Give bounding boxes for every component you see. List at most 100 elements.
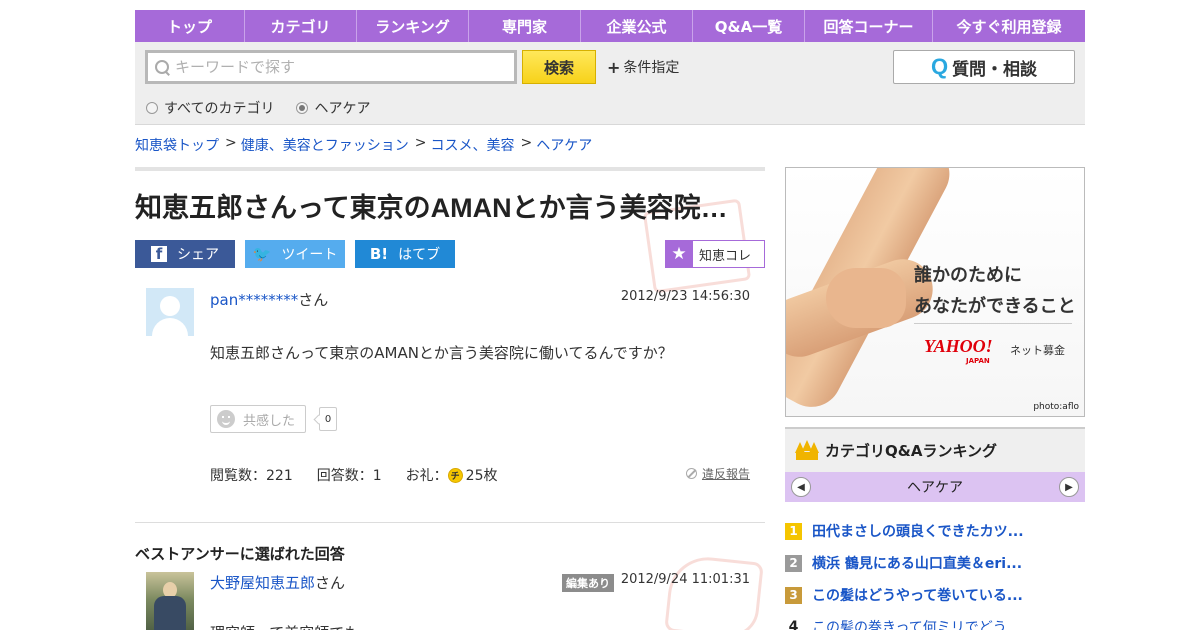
global-nav: トップ カテゴリ ランキング 専門家 企業公式 Q&A一覧 回答コーナー 今すぐ… bbox=[135, 10, 1085, 42]
rank-badge: 4 bbox=[788, 619, 799, 630]
q-icon: Q bbox=[930, 54, 949, 79]
ranking-link[interactable]: この髪はどうやって巻いている... bbox=[812, 585, 1023, 605]
sidebar-ad[interactable]: 誰かのために あなたができること YAHOO! JAPAN ネット募金 phot… bbox=[785, 167, 1085, 417]
nav-ranking[interactable]: ランキング bbox=[357, 10, 469, 42]
question-date: 2012/9/23 14:56:30 bbox=[620, 289, 750, 304]
questioner-link[interactable]: pan******** bbox=[210, 291, 298, 309]
condition-link[interactable]: + 条件指定 bbox=[607, 57, 679, 77]
ranking-category-tab: ◀ ヘアケア ▶ bbox=[785, 472, 1085, 502]
answer-body: 理容師って美容師でも bbox=[210, 622, 359, 630]
ask-question-label: 質問・相談 bbox=[952, 59, 1038, 80]
yahoo-logo: YAHOO! bbox=[924, 336, 993, 356]
answerer-name: 大野屋知恵五郎さん bbox=[210, 572, 345, 593]
radio-current-label: ヘアケア bbox=[314, 101, 371, 117]
questioner-name: pan********さん bbox=[210, 289, 328, 310]
nav-qa-list[interactable]: Q&A一覧 bbox=[693, 10, 805, 42]
ad-copy: 誰かのために あなたができること bbox=[914, 260, 1076, 322]
ranking-item: 2 横浜 鶴見にある山口直美＆eri... bbox=[785, 547, 1085, 579]
radio-all-categories[interactable]: すべてのカテゴリ bbox=[146, 98, 274, 118]
nav-answer-corner[interactable]: 回答コーナー bbox=[805, 10, 933, 42]
answerer-avatar[interactable] bbox=[146, 572, 194, 630]
nav-official[interactable]: 企業公式 bbox=[581, 10, 693, 42]
ask-question-button[interactable]: Q 質問・相談 bbox=[893, 50, 1075, 84]
honorific: さん bbox=[315, 574, 346, 592]
nav-register[interactable]: 今すぐ利用登録 bbox=[933, 10, 1085, 42]
twitter-share-button[interactable]: 🐦 ツイート bbox=[245, 240, 345, 268]
section-rule bbox=[135, 167, 765, 171]
share-buttons: f シェア 🐦 ツイート B! はてブ bbox=[135, 240, 465, 268]
view-count: 閲覧数：221 bbox=[210, 468, 293, 484]
facebook-icon: f bbox=[151, 246, 167, 262]
twitter-icon: 🐦 bbox=[252, 245, 272, 263]
reward-label: お礼： bbox=[405, 468, 448, 484]
question-stats: 閲覧数：221 回答数：1 お礼： チ 25枚 bbox=[210, 465, 521, 485]
ranking-item: 4 この髪の巻きって何ミリでどう... bbox=[785, 611, 1085, 630]
ad-copy-line2: あなたができること bbox=[914, 296, 1076, 317]
ranking-link[interactable]: この髪の巻きって何ミリでどう... bbox=[812, 617, 1020, 630]
crown-icon bbox=[795, 439, 819, 462]
ranking-header: カテゴリQ&Aランキング bbox=[785, 427, 1085, 472]
ranking-prev-button[interactable]: ◀ bbox=[791, 477, 811, 497]
ad-service-name: ネット募金 bbox=[1010, 344, 1065, 357]
search-input[interactable] bbox=[175, 58, 495, 76]
rank-badge: 1 bbox=[785, 522, 802, 540]
question-body: 知恵五郎さんって東京のAMANとか言う美容院に働いてるんですか？ bbox=[210, 344, 673, 362]
reward-value: 25枚 bbox=[465, 468, 498, 484]
question-title: 知恵五郎さんって東京のAMANとか言う美容院… bbox=[135, 193, 728, 223]
report-link[interactable]: 違反報告 bbox=[686, 465, 750, 482]
empathy-button[interactable]: 共感した bbox=[210, 405, 306, 433]
answer-date: 2012/9/24 11:01:31 bbox=[620, 572, 750, 587]
breadcrumb: 知恵袋トップ > 健康、美容とファッション > コスメ、美容 > ヘアケア bbox=[135, 135, 592, 155]
nav-category[interactable]: カテゴリ bbox=[245, 10, 357, 42]
ranking-next-button[interactable]: ▶ bbox=[1059, 477, 1079, 497]
ranking-link[interactable]: 横浜 鶴見にある山口直美＆eri... bbox=[812, 553, 1022, 573]
avatar-body bbox=[152, 318, 188, 336]
ad-hand-image bbox=[826, 268, 906, 328]
breadcrumb-sep: > bbox=[520, 135, 533, 151]
answer-count: 回答数：1 bbox=[316, 468, 382, 484]
smile-icon bbox=[217, 410, 235, 428]
nav-top[interactable]: トップ bbox=[135, 10, 245, 42]
radio-off-icon bbox=[146, 102, 158, 114]
honorific: さん bbox=[298, 291, 329, 309]
reward: お礼： チ 25枚 bbox=[405, 465, 498, 485]
radio-current-category[interactable]: ヘアケア bbox=[296, 98, 370, 118]
breadcrumb-sep: > bbox=[225, 135, 237, 151]
nav-experts[interactable]: 専門家 bbox=[469, 10, 581, 42]
rank-badge: 3 bbox=[785, 586, 802, 604]
answerer-link[interactable]: 大野屋知恵五郎 bbox=[210, 574, 315, 592]
ranking-item: 1 田代まさしの頭良くできたカツ... bbox=[785, 515, 1085, 547]
ranking-item: 3 この髪はどうやって巻いている... bbox=[785, 579, 1085, 611]
search-icon bbox=[154, 59, 171, 76]
breadcrumb-health[interactable]: 健康、美容とファッション bbox=[241, 135, 409, 155]
search-area: 検索 + 条件指定 Q 質問・相談 すべてのカテゴリ ヘアケア bbox=[135, 42, 1085, 125]
ranking-list: 1 田代まさしの頭良くできたカツ... 2 横浜 鶴見にある山口直美＆eri..… bbox=[785, 515, 1085, 630]
ad-rule bbox=[914, 323, 1072, 324]
empathy-count: 0 bbox=[319, 407, 337, 431]
search-button[interactable]: 検索 bbox=[522, 50, 596, 84]
breadcrumb-haircare[interactable]: ヘアケア bbox=[536, 135, 592, 155]
hatena-share-button[interactable]: B! はてブ bbox=[355, 240, 455, 268]
facebook-share-button[interactable]: f シェア bbox=[135, 240, 235, 268]
avatar-head bbox=[160, 296, 180, 316]
search-field[interactable] bbox=[145, 50, 517, 84]
report-label: 違反報告 bbox=[702, 467, 751, 481]
coin-icon: チ bbox=[447, 467, 463, 483]
breadcrumb-sep: > bbox=[414, 135, 427, 151]
hatena-share-label: はてブ bbox=[398, 247, 441, 263]
star-icon: ★ bbox=[665, 240, 693, 268]
chie-colle-button[interactable]: ★ 知恵コレ bbox=[665, 240, 765, 268]
stamp-watermark bbox=[664, 553, 764, 630]
category-scope: すべてのカテゴリ ヘアケア bbox=[146, 98, 392, 118]
prohibited-icon bbox=[686, 468, 697, 479]
ranking-category-label: ヘアケア bbox=[907, 480, 963, 496]
questioner-avatar[interactable] bbox=[146, 288, 194, 336]
breadcrumb-cosme[interactable]: コスメ、美容 bbox=[430, 135, 514, 155]
ranking-link[interactable]: 田代まさしの頭良くできたカツ... bbox=[812, 521, 1024, 541]
hatena-icon: B! bbox=[369, 245, 389, 263]
ranking-title: カテゴリQ&Aランキング bbox=[825, 442, 997, 460]
empathy-label: 共感した bbox=[243, 413, 296, 429]
ad-photo-credit: photo:aflo bbox=[1033, 402, 1079, 412]
condition-label: 条件指定 bbox=[623, 60, 680, 76]
breadcrumb-top[interactable]: 知恵袋トップ bbox=[135, 135, 219, 155]
